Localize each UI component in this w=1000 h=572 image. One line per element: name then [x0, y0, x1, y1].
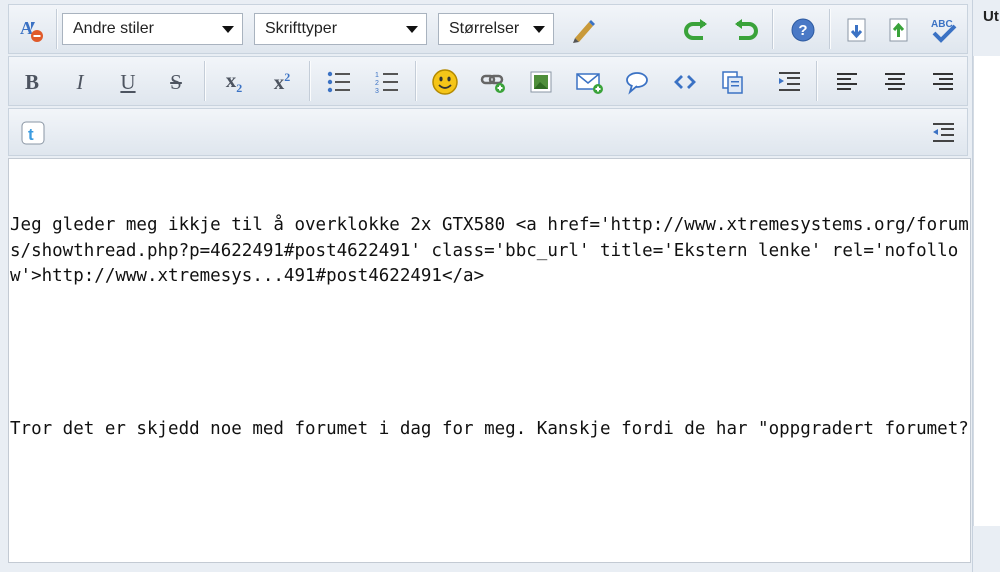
strikethrough-icon: S — [170, 69, 182, 94]
separator — [309, 61, 310, 101]
svg-text:1: 1 — [375, 72, 379, 79]
link-icon — [480, 74, 505, 93]
size-select[interactable]: Størrelser — [438, 13, 554, 45]
separator — [816, 61, 817, 101]
twitter-icon: t — [21, 121, 45, 145]
smiley-button[interactable] — [429, 66, 461, 98]
remove-format-button[interactable]: A — [15, 14, 47, 46]
side-panel-body — [973, 56, 1000, 526]
code-icon — [674, 75, 696, 89]
align-center-button[interactable] — [879, 66, 911, 98]
side-panel-header: Ut — [983, 8, 999, 25]
insert-email-button[interactable] — [573, 66, 607, 98]
indent-icon — [933, 123, 954, 142]
side-panel: Ut — [973, 0, 1000, 572]
redo-icon — [735, 19, 758, 40]
undo-icon — [684, 19, 707, 40]
spellcheck-button[interactable]: ABC — [927, 14, 961, 46]
undo-button[interactable] — [681, 14, 713, 46]
editor-paragraph-1: Jeg gleder meg ikkje til å overklokke 2x… — [10, 215, 969, 286]
toolbar-row-2: B I U S x2 x2 1 2 3 — [8, 56, 968, 106]
indent-button[interactable] — [927, 117, 959, 149]
subscript-button[interactable]: x2 — [219, 66, 249, 98]
style-select[interactable]: Andre stiler — [62, 13, 243, 45]
separator — [772, 9, 773, 49]
align-right-button[interactable] — [927, 66, 959, 98]
redo-button[interactable] — [729, 14, 761, 46]
align-left-icon — [837, 73, 857, 90]
svg-text:?: ? — [798, 22, 807, 39]
help-button[interactable]: ? — [787, 14, 819, 46]
quote-button[interactable] — [621, 66, 653, 98]
upload-button[interactable] — [883, 14, 915, 46]
numbered-list-icon: 1 2 3 — [375, 72, 398, 94]
italic-icon: I — [76, 69, 84, 94]
code-button[interactable] — [669, 66, 701, 98]
separator — [829, 9, 830, 49]
upload-icon — [889, 18, 908, 42]
separator — [204, 61, 205, 101]
underline-icon: U — [120, 69, 136, 94]
help-icon: ? — [791, 18, 815, 42]
superscript-icon: x2 — [273, 69, 291, 94]
editor-container: A Andre stiler Skrifttyper Størrelser ? … — [0, 0, 973, 572]
download-button[interactable] — [841, 14, 873, 46]
italic-button[interactable]: I — [65, 66, 95, 98]
subscript-icon: x2 — [225, 67, 243, 96]
bold-icon: B — [24, 69, 39, 94]
svg-text:3: 3 — [375, 88, 379, 94]
style-select-label: Andre stiler — [73, 20, 154, 37]
copy-icon — [722, 71, 743, 94]
size-select-label: Størrelser — [449, 20, 520, 37]
align-right-icon — [933, 73, 953, 90]
toolbar-row-1: A Andre stiler Skrifttyper Størrelser ? … — [8, 4, 968, 54]
outdent-icon — [779, 72, 800, 91]
underline-button[interactable]: U — [113, 66, 143, 98]
superscript-button[interactable]: x2 — [267, 66, 297, 98]
download-icon — [847, 18, 866, 42]
bold-button[interactable]: B — [17, 66, 47, 98]
spellcheck-icon: ABC — [931, 19, 957, 43]
remove-format-icon: A — [20, 18, 43, 42]
bullet-list-button[interactable] — [323, 66, 355, 98]
toolbar-row-3: t — [8, 108, 968, 156]
svg-text:t: t — [28, 125, 34, 144]
separator — [56, 9, 57, 49]
font-select-label: Skrifttyper — [265, 20, 338, 37]
insert-link-button[interactable] — [477, 66, 509, 98]
speech-bubble-icon — [626, 72, 648, 95]
chevron-down-icon — [222, 26, 234, 33]
spellcheck-label: ABC — [931, 19, 953, 30]
pen-button[interactable] — [567, 14, 599, 46]
strikethrough-button[interactable]: S — [161, 66, 191, 98]
font-select[interactable]: Skrifttyper — [254, 13, 427, 45]
svg-text:2: 2 — [375, 80, 379, 87]
editor-textarea[interactable]: Jeg gleder meg ikkje til å overklokke 2x… — [8, 158, 971, 563]
editor-paragraph-2: Tror det er skjedd noe med forumet i dag… — [10, 419, 969, 439]
pen-icon — [573, 20, 595, 43]
chevron-down-icon — [406, 26, 418, 33]
image-icon — [530, 71, 552, 93]
smiley-icon — [432, 69, 458, 95]
outdent-button[interactable] — [773, 66, 805, 98]
email-icon — [576, 73, 603, 94]
separator — [415, 61, 416, 101]
insert-image-button[interactable] — [525, 66, 557, 98]
chevron-down-icon — [533, 26, 545, 33]
bullet-list-icon — [327, 71, 350, 93]
numbered-list-button[interactable]: 1 2 3 — [371, 66, 403, 98]
align-left-button[interactable] — [831, 66, 863, 98]
paste-button[interactable] — [717, 66, 749, 98]
twitter-button[interactable]: t — [17, 117, 49, 149]
align-center-icon — [885, 73, 905, 90]
